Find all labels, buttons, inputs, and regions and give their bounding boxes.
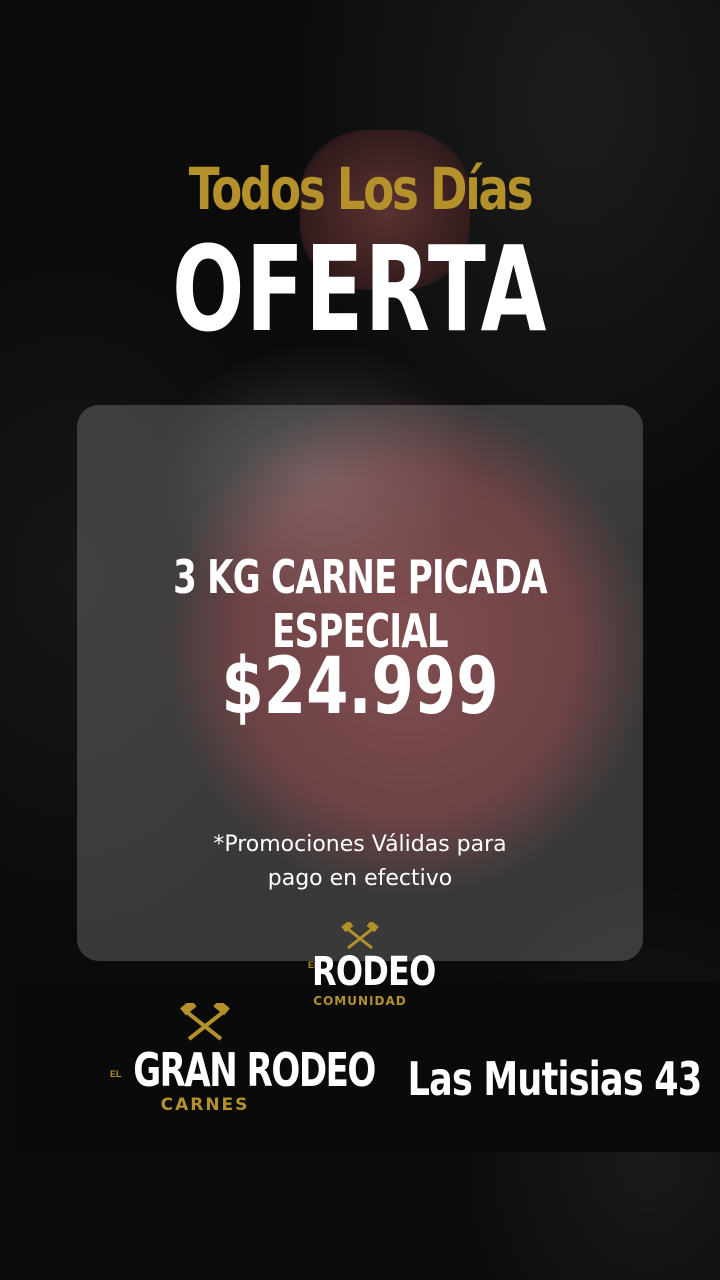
el-rodeo-logo: EL RODEO COMUNIDAD: [300, 922, 436, 1008]
gran-rodeo-logo: EL GRAN RODEO CARNES: [108, 1003, 376, 1115]
promo-line-2: pago en efectivo: [267, 866, 453, 891]
gran-rodeo-subtitle: CARNES: [160, 1095, 250, 1115]
product-price: $24.999: [221, 642, 499, 732]
gran-rodeo-prefix: EL: [110, 1069, 122, 1079]
store-address: Las Mutisias 43: [407, 1052, 703, 1106]
promo-line-1: *Promociones Válidas para: [213, 832, 507, 857]
rodeo-name: RODEO: [312, 949, 436, 995]
promo-note: *Promociones Válidas para pago en efecti…: [0, 828, 720, 896]
headline: Todos Los Días: [188, 155, 534, 223]
offer-title: OFERTA: [172, 220, 548, 358]
gran-rodeo-name: GRAN RODEO: [133, 1043, 376, 1097]
crossed-knives-icon: [180, 1003, 230, 1041]
rodeo-subtitle: COMUNIDAD: [313, 994, 407, 1008]
crossed-knives-icon: [341, 922, 379, 950]
